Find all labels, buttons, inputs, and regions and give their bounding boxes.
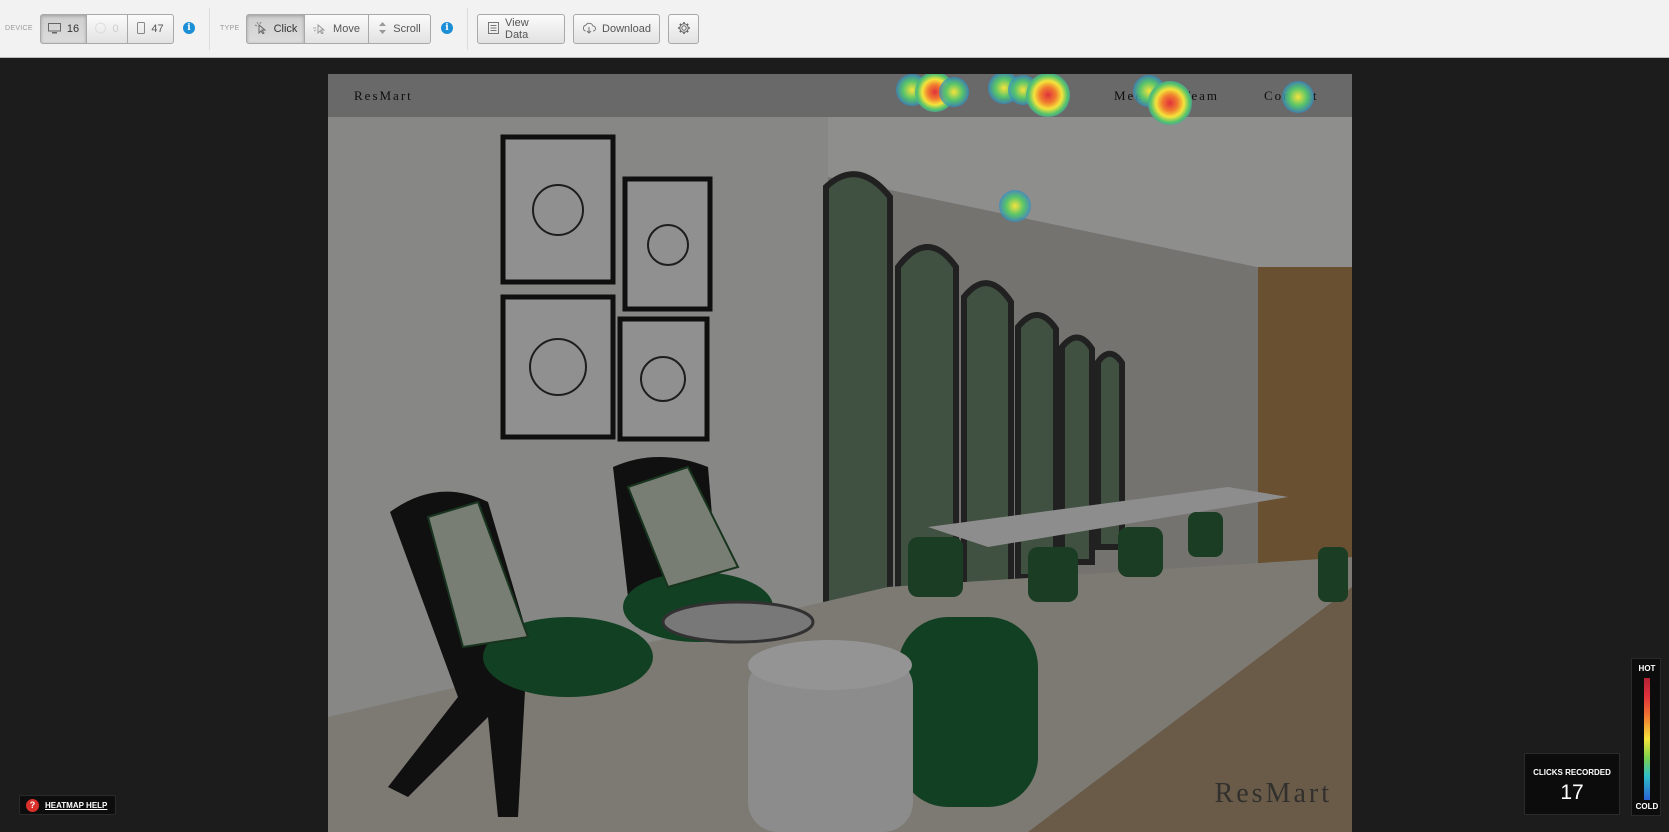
site-brand-logo[interactable]: ResMart (354, 88, 413, 104)
tablet-icon (95, 22, 107, 36)
device-desktop-count: 16 (66, 23, 80, 35)
view-data-button[interactable]: View Data (477, 14, 565, 44)
heat-legend: HOT COLD (1631, 658, 1661, 816)
download-label: Download (602, 23, 651, 35)
device-label: DEVICE (5, 25, 33, 32)
type-click-label: Click (273, 23, 298, 35)
mobile-icon (137, 22, 146, 36)
type-move-button[interactable]: Move (305, 14, 369, 44)
device-tablet-count: 0 (112, 23, 119, 35)
heatmap-help-button[interactable]: ? HEATMAP HELP (19, 795, 117, 815)
legend-hot-label: HOT (1638, 664, 1656, 673)
device-desktop-button[interactable]: 16 (40, 14, 87, 44)
toolbar-divider (467, 8, 468, 50)
type-scroll-label: Scroll (393, 23, 421, 35)
desktop-icon (47, 22, 61, 36)
site-navbar: ResMart Menu Details Meet our Team Conta… (328, 74, 1352, 117)
device-tablet-button[interactable]: 0 (87, 14, 128, 44)
type-click-button[interactable]: Click (246, 14, 305, 44)
device-mobile-count: 47 (151, 23, 164, 35)
nav-link-contact[interactable]: Contact (1264, 88, 1318, 104)
site-preview: ResMart Menu Details Meet our Team Conta… (328, 74, 1352, 832)
type-info-icon[interactable]: i (441, 22, 453, 34)
device-mobile-button[interactable]: 47 (128, 14, 174, 44)
device-info-icon[interactable]: i (183, 22, 195, 34)
document-icon (488, 22, 499, 36)
gear-icon (677, 21, 691, 37)
type-label: TYPE (220, 25, 240, 32)
scroll-icon (378, 22, 387, 36)
nav-link-meet-our-team[interactable]: Meet our Team (1114, 88, 1219, 104)
view-data-label: View Data (505, 17, 529, 41)
device-button-group: 16 0 47 (40, 14, 174, 44)
download-button[interactable]: Download (573, 14, 660, 44)
legend-gradient-bar (1644, 678, 1650, 800)
heatmap-toolbar: DEVICE 16 0 47 i TYPE Click Move Scroll … (0, 0, 1669, 58)
restaurant-photo (328, 117, 1352, 832)
clicks-recorded-count: 17 (1560, 781, 1584, 804)
heatmap-help-label: HEATMAP HELP (45, 800, 108, 810)
cloud-download-icon (582, 22, 597, 36)
click-icon (254, 21, 268, 36)
clicks-recorded-label: CLICKS RECORDED (1533, 768, 1611, 777)
nav-link-details[interactable]: Details (1000, 88, 1051, 104)
clicks-recorded-panel: CLICKS RECORDED 17 (1524, 753, 1620, 815)
type-button-group: Click Move Scroll (246, 14, 431, 44)
type-move-label: Move (333, 23, 360, 35)
settings-button[interactable] (668, 14, 699, 44)
nav-link-menu[interactable]: Menu (904, 88, 942, 104)
toolbar-divider (209, 8, 210, 50)
question-icon: ? (26, 798, 39, 812)
site-watermark: ResMart (1214, 778, 1332, 809)
legend-cold-label: COLD (1635, 802, 1659, 811)
type-scroll-button[interactable]: Scroll (369, 14, 431, 44)
move-icon (313, 22, 327, 36)
